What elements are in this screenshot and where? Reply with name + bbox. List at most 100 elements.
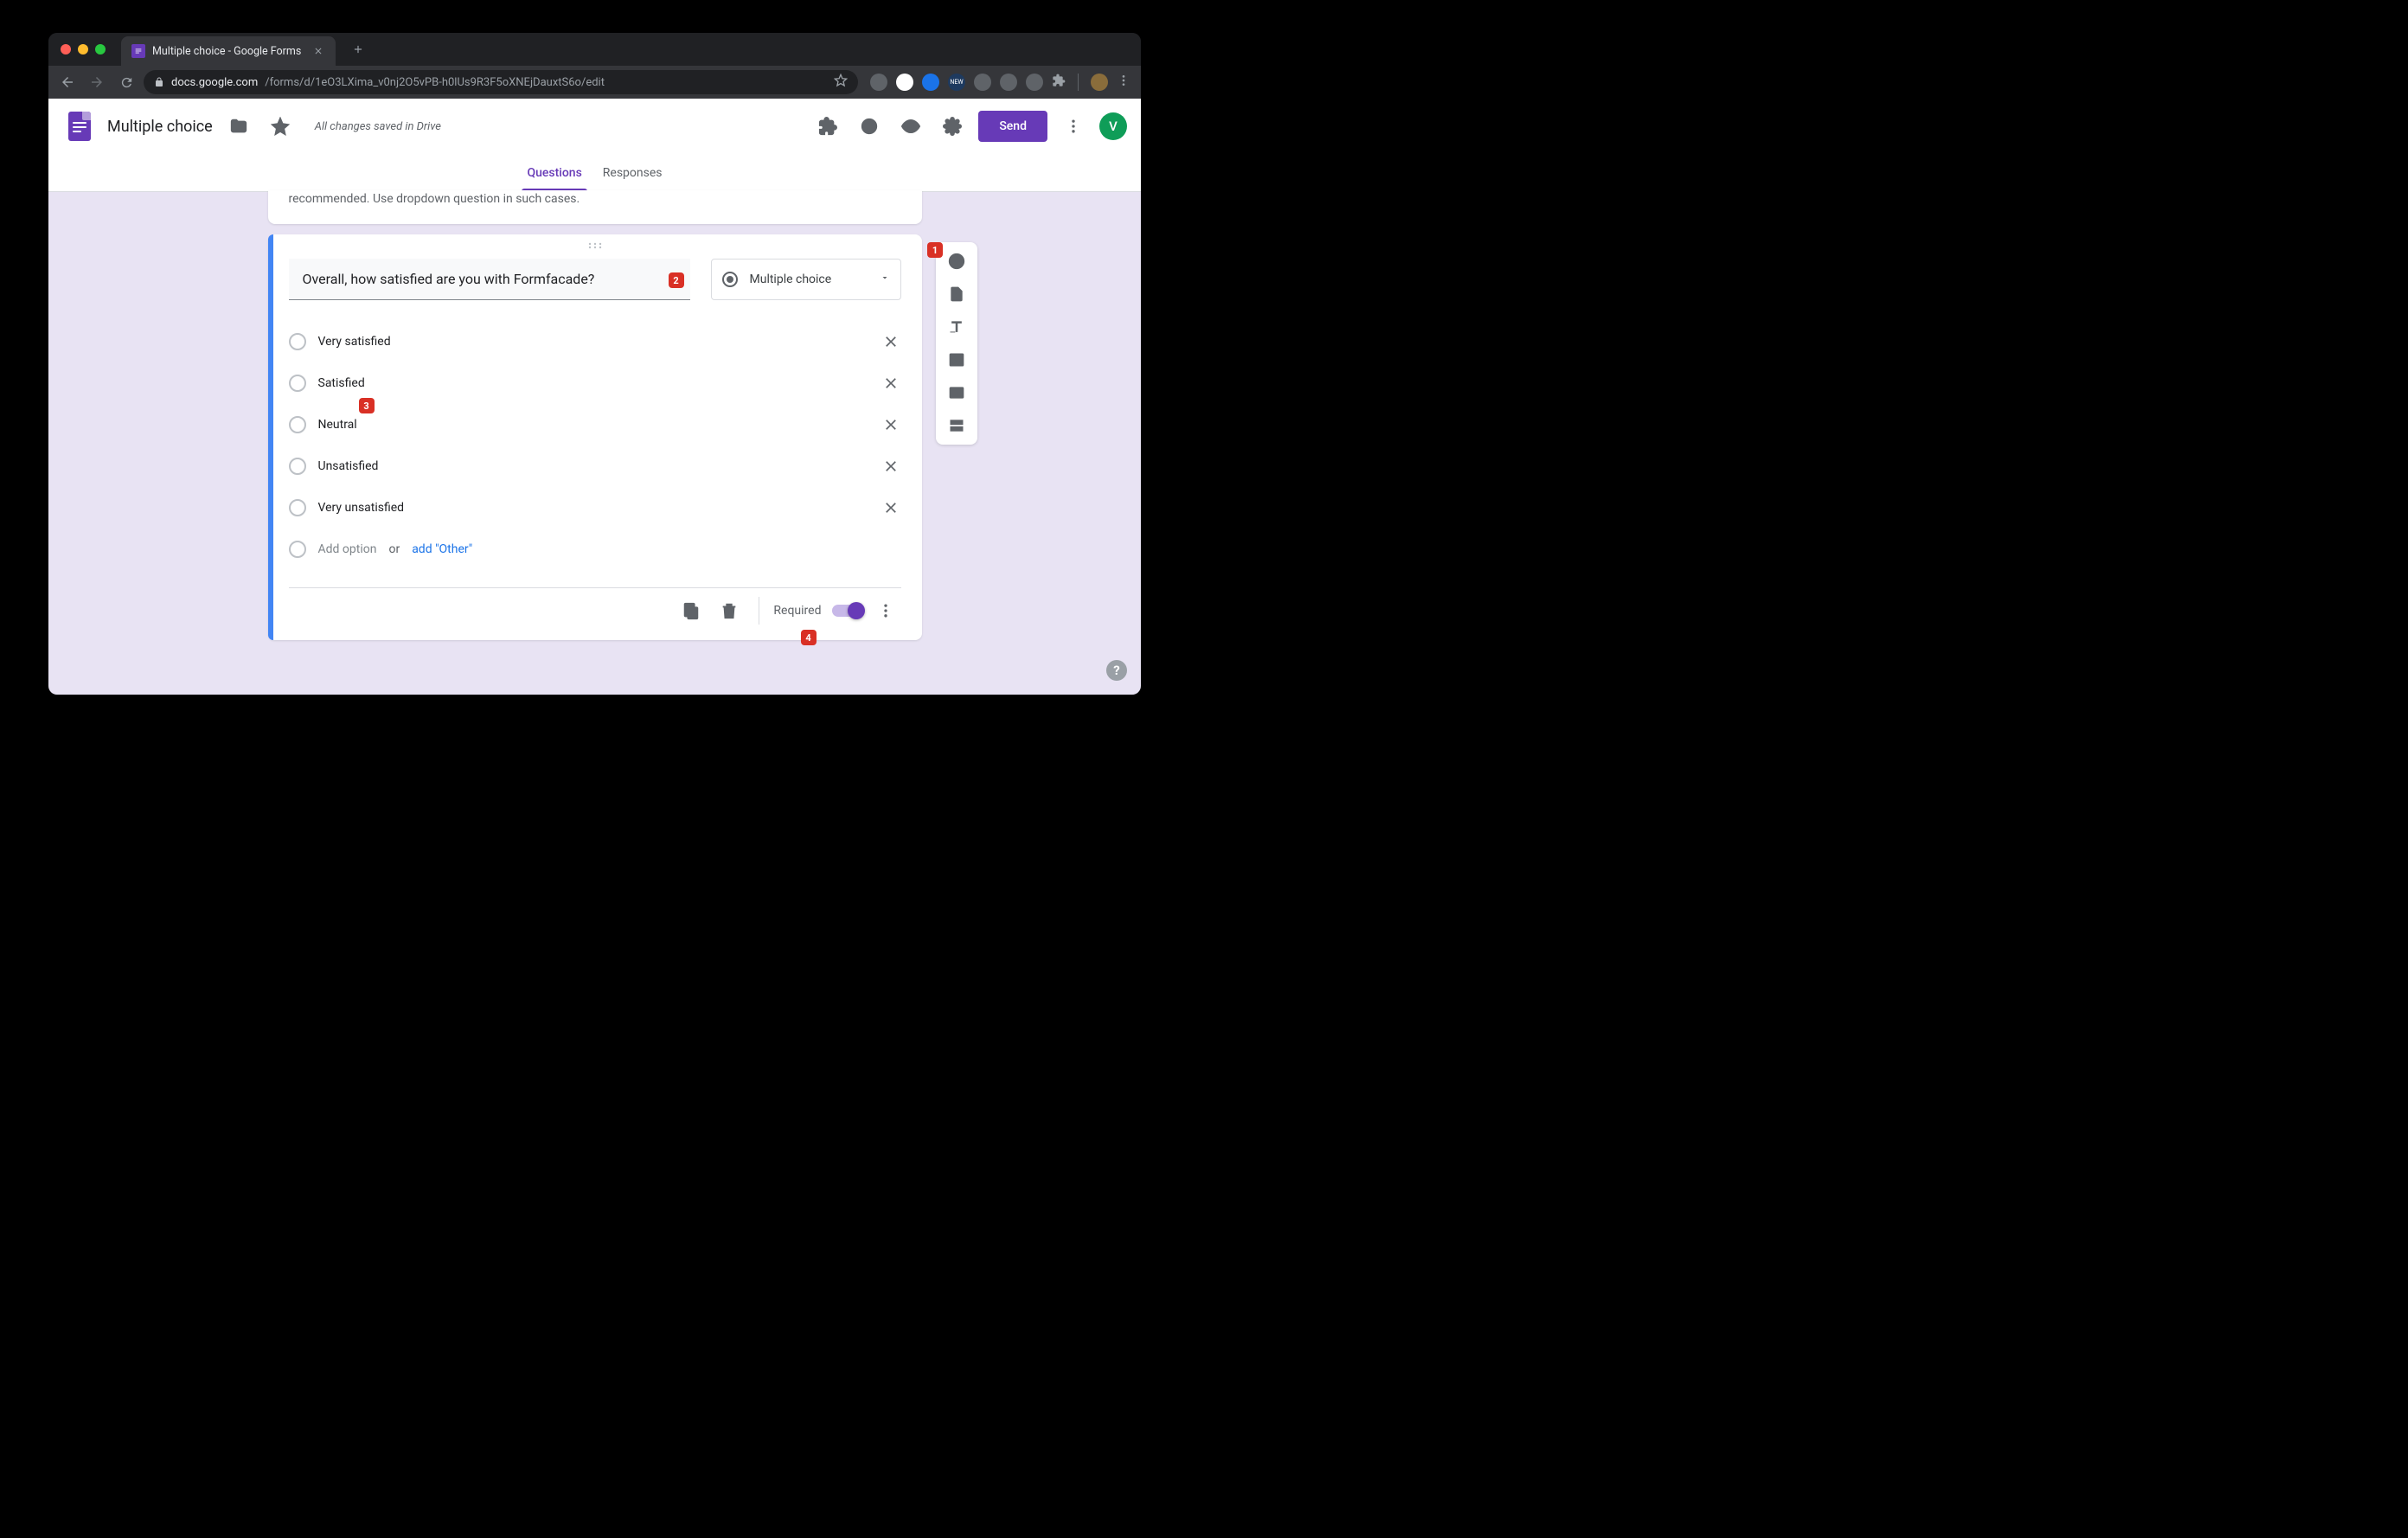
- forward-button[interactable]: [85, 70, 109, 94]
- help-button[interactable]: ?: [1106, 660, 1127, 681]
- lock-icon: [154, 77, 164, 87]
- close-tab-button[interactable]: [311, 44, 325, 58]
- extension-icon[interactable]: [896, 74, 913, 91]
- question-more-button[interactable]: [870, 595, 901, 626]
- account-avatar[interactable]: V: [1099, 112, 1127, 140]
- remove-option-button[interactable]: [881, 331, 901, 352]
- extension-icons: NEW: [870, 74, 1130, 91]
- bookmark-star-icon[interactable]: [834, 74, 848, 91]
- annotation-badge-3: 3: [359, 398, 375, 413]
- preview-button[interactable]: [895, 111, 926, 142]
- reload-button[interactable]: [114, 70, 138, 94]
- add-question-button[interactable]: [941, 247, 972, 275]
- maximize-window-button[interactable]: [95, 44, 106, 54]
- url-domain: docs.google.com: [171, 76, 258, 89]
- option-row: Satisfied: [289, 362, 901, 404]
- extensions-menu-icon[interactable]: [1052, 74, 1066, 91]
- radio-icon: [289, 375, 306, 392]
- or-text: or: [388, 542, 400, 556]
- option-row: Very unsatisfied: [289, 487, 901, 529]
- annotation-badge-1: 1: [927, 242, 943, 258]
- remove-option-button[interactable]: [881, 373, 901, 394]
- send-button[interactable]: Send: [978, 111, 1047, 142]
- forms-header: Multiple choice All changes saved in Dri…: [48, 99, 1141, 154]
- extension-icon[interactable]: [1026, 74, 1043, 91]
- question-card[interactable]: Overall, how satisfied are you with Form…: [268, 234, 922, 640]
- description-card: recommended. Use dropdown question in su…: [268, 190, 922, 224]
- remove-option-button[interactable]: [881, 456, 901, 477]
- delete-button[interactable]: [714, 595, 745, 626]
- question-type-dropdown[interactable]: Multiple choice: [711, 259, 901, 300]
- add-option-row: Add option or add "Other": [289, 529, 901, 570]
- browser-window: Multiple choice - Google Forms docs.goog…: [48, 33, 1141, 695]
- extension-icon[interactable]: [974, 74, 991, 91]
- add-section-button[interactable]: [941, 412, 972, 439]
- minimize-window-button[interactable]: [78, 44, 88, 54]
- chevron-down-icon: [880, 272, 890, 286]
- profile-avatar-icon[interactable]: [1091, 74, 1108, 91]
- settings-button[interactable]: [937, 111, 968, 142]
- star-button[interactable]: [265, 111, 296, 142]
- extension-icon[interactable]: [922, 74, 939, 91]
- addons-button[interactable]: [812, 111, 843, 142]
- browser-tab-title: Multiple choice - Google Forms: [152, 45, 301, 58]
- close-window-button[interactable]: [61, 44, 71, 54]
- option-label-input[interactable]: Neutral: [318, 418, 868, 432]
- titlebar: Multiple choice - Google Forms: [48, 33, 1141, 66]
- tab-responses[interactable]: Responses: [603, 154, 663, 191]
- description-text: recommended. Use dropdown question in su…: [289, 190, 901, 208]
- radio-icon: [289, 458, 306, 475]
- avatar-letter: V: [1109, 119, 1118, 134]
- extension-icon[interactable]: NEW: [948, 74, 965, 91]
- address-bar[interactable]: docs.google.com/forms/d/1eO3LXima_v0nj2O…: [144, 70, 858, 94]
- import-questions-button[interactable]: [941, 280, 972, 308]
- form-canvas: recommended. Use dropdown question in su…: [48, 190, 1141, 675]
- option-label-input[interactable]: Satisfied: [318, 376, 868, 390]
- url-path: /forms/d/1eO3LXima_v0nj2O5vPB-h0lUs9R3F5…: [265, 76, 605, 89]
- send-button-label: Send: [999, 119, 1027, 133]
- remove-option-button[interactable]: [881, 497, 901, 518]
- chrome-menu-icon[interactable]: [1117, 74, 1130, 91]
- question-footer: Required: [289, 587, 901, 626]
- forms-favicon-icon: [131, 44, 145, 58]
- annotation-badge-4: 4: [801, 630, 817, 645]
- back-button[interactable]: [55, 70, 80, 94]
- add-video-button[interactable]: [941, 379, 972, 407]
- required-label: Required: [773, 604, 821, 618]
- add-other-button[interactable]: add "Other": [412, 542, 472, 556]
- customize-theme-button[interactable]: [854, 111, 885, 142]
- extension-icon[interactable]: [1000, 74, 1017, 91]
- side-toolbar: [936, 242, 977, 445]
- option-row: Neutral: [289, 404, 901, 445]
- radio-icon: [289, 416, 306, 433]
- add-image-button[interactable]: [941, 346, 972, 374]
- move-to-folder-button[interactable]: [223, 111, 254, 142]
- add-option-button[interactable]: Add option: [318, 542, 377, 556]
- forms-logo-icon[interactable]: [62, 109, 97, 144]
- save-status: All changes saved in Drive: [315, 120, 441, 133]
- option-row: Very satisfied: [289, 321, 901, 362]
- remove-option-button[interactable]: [881, 414, 901, 435]
- browser-tab[interactable]: Multiple choice - Google Forms: [121, 36, 336, 66]
- radio-icon: [722, 272, 738, 287]
- extension-icon[interactable]: [870, 74, 887, 91]
- annotation-badge-2: 2: [669, 272, 684, 288]
- duplicate-button[interactable]: [676, 595, 707, 626]
- option-row: Unsatisfied: [289, 445, 901, 487]
- radio-icon: [289, 333, 306, 350]
- option-label-input[interactable]: Unsatisfied: [318, 459, 868, 473]
- window-controls: [61, 44, 106, 54]
- required-toggle[interactable]: [832, 605, 863, 617]
- drag-handle-icon[interactable]: [289, 241, 901, 255]
- form-tabs: Questions Responses: [48, 154, 1141, 192]
- add-title-button[interactable]: [941, 313, 972, 341]
- option-label-input[interactable]: Very unsatisfied: [318, 501, 868, 515]
- question-title-input[interactable]: Overall, how satisfied are you with Form…: [289, 259, 690, 300]
- radio-icon: [289, 541, 306, 558]
- tab-questions[interactable]: Questions: [527, 154, 581, 191]
- document-title[interactable]: Multiple choice: [107, 118, 213, 136]
- question-type-label: Multiple choice: [750, 272, 832, 286]
- option-label-input[interactable]: Very satisfied: [318, 335, 868, 349]
- more-button[interactable]: [1058, 111, 1089, 142]
- new-tab-button[interactable]: [346, 37, 370, 61]
